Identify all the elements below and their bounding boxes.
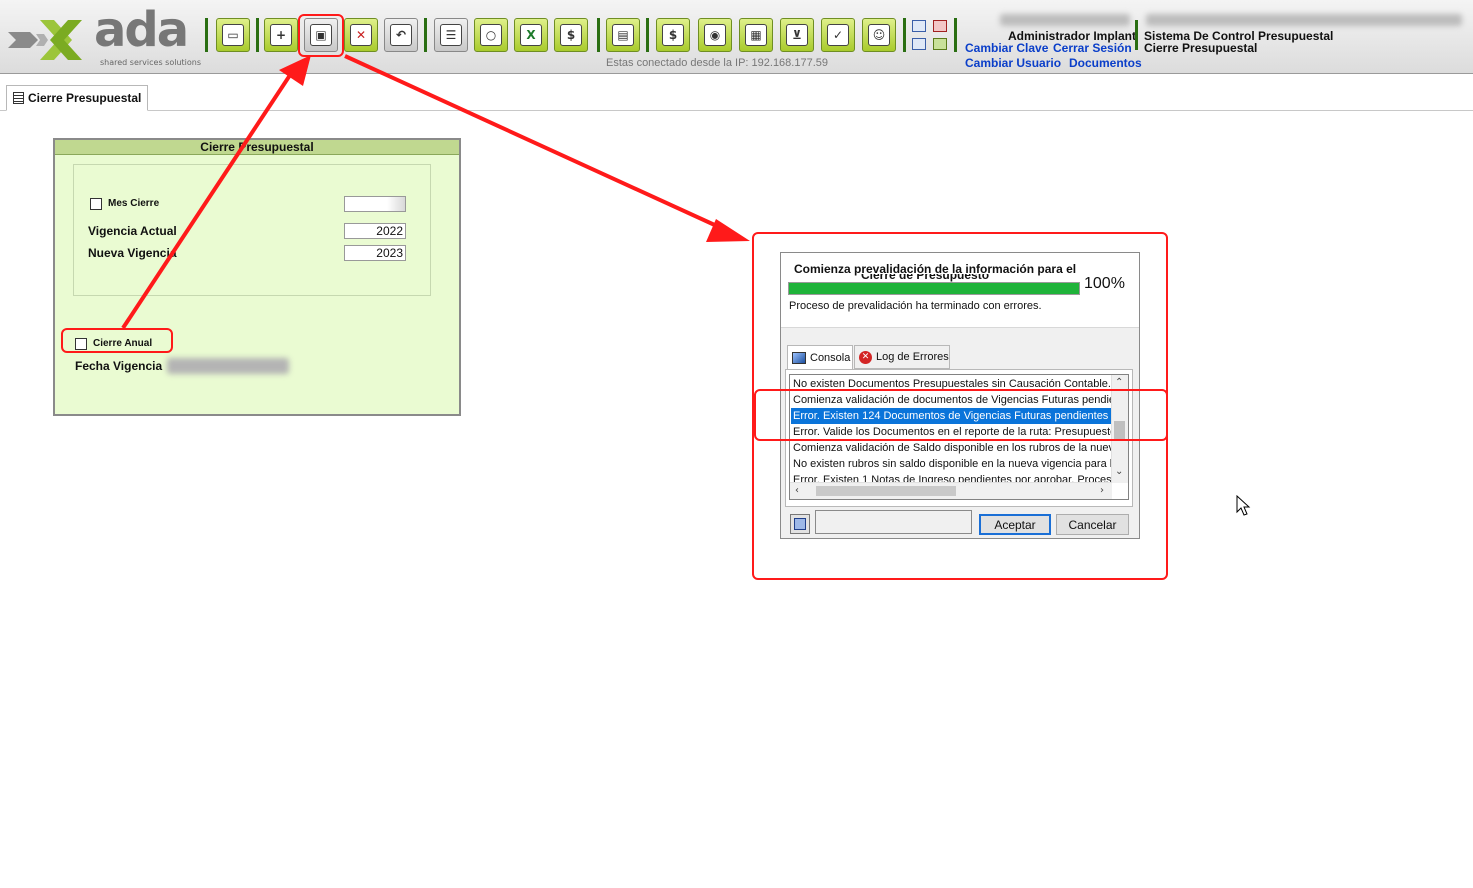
annotation-arrows: [121, 54, 750, 330]
arrow-to-dialog-line: [344, 54, 731, 234]
arrow-to-save-line: [121, 64, 298, 330]
mouse-pointer-icon: [1236, 495, 1251, 516]
